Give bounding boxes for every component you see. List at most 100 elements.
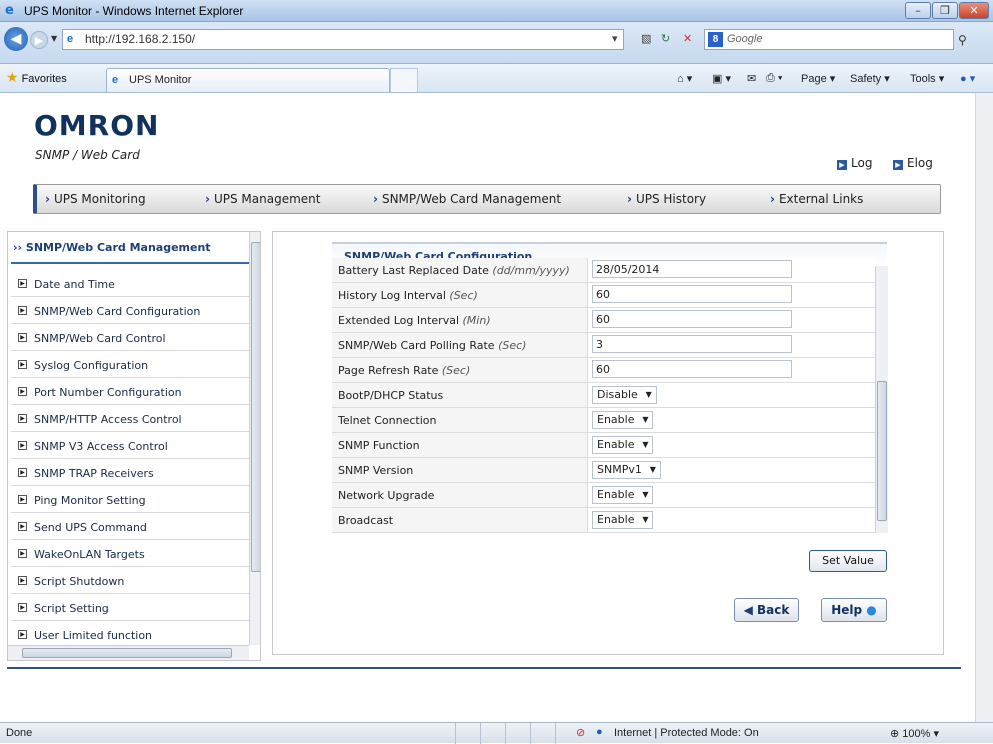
set-value-button[interactable]: Set Value (809, 550, 887, 572)
row-extended-log-interval: Extended Log Interval (Min) (332, 308, 875, 333)
sidebar-item-wakeonlan-targets[interactable]: ▶ WakeOnLAN Targets (11, 540, 249, 567)
snmp-version-select[interactable]: SNMPv1 ▼ (592, 461, 661, 479)
back-arrow-icon[interactable]: ◀ (4, 27, 28, 51)
ie-icon: e (5, 3, 14, 18)
page-refresh-rate-input[interactable] (592, 360, 792, 378)
sidebar-item-send-ups-command[interactable]: ▶ Send UPS Command (11, 513, 249, 540)
sidebar-item-snmp-web-card-control[interactable]: ▶ SNMP/Web Card Control (11, 324, 249, 351)
history-log-interval-input[interactable] (592, 285, 792, 303)
sidebar-horizontal-scrollbar[interactable] (8, 645, 249, 660)
row-page-refresh-rate: Page Refresh Rate (Sec) (332, 358, 875, 383)
row-snmp-version: SNMP Version SNMPv1 ▼ (332, 458, 875, 483)
sidebar-item-snmp-v3-access-control[interactable]: ▶ SNMP V3 Access Control (11, 432, 249, 459)
address-toolbar: ◀ ▶ ▼ e http://192.168.2.150/ ▾ ▧ ↻ ✕ 8 … (0, 22, 993, 64)
nav-ups-monitoring[interactable]: › UPS Monitoring (45, 192, 146, 206)
bullet-icon: ▶ (18, 441, 27, 450)
sidebar-item-snmp-web-card-configuration[interactable]: ▶ SNMP/Web Card Configuration (11, 297, 249, 324)
chevron-down-icon: ▼ (642, 440, 649, 449)
nav-ups-history[interactable]: › UPS History (627, 192, 706, 206)
page-menu[interactable]: Page ▾ (801, 72, 835, 85)
window-title: UPS Monitor - Windows Internet Explorer (24, 4, 244, 18)
zoom-control[interactable]: ⊕ 100% ▾ (890, 727, 939, 740)
sidebar-item-port-number-configuration[interactable]: ▶ Port Number Configuration (11, 378, 249, 405)
bootp-dhcp-select[interactable]: Disable ▼ (592, 386, 657, 404)
status-text: Done (6, 727, 33, 739)
internet-globe-icon: ● (596, 726, 603, 738)
nav-snmp-web-card-management[interactable]: › SNMP/Web Card Management (373, 192, 561, 206)
mail-icon[interactable]: ✉ (747, 72, 756, 85)
elog-link[interactable]: ▶ Elog (893, 156, 933, 170)
home-icon[interactable]: ⌂ ▾ (677, 72, 692, 85)
log-link[interactable]: ▶ Log (837, 156, 872, 170)
sidebar-title: ›› SNMP/Web Card Management (13, 241, 211, 254)
bullet-icon: ▶ (18, 387, 27, 396)
config-scrollbar[interactable] (875, 266, 888, 533)
polling-rate-input[interactable] (592, 335, 792, 353)
sidebar-item-script-setting[interactable]: ▶ Script Setting (11, 594, 249, 621)
stop-icon[interactable]: ✕ (683, 32, 692, 45)
safety-menu[interactable]: Safety ▾ (850, 72, 890, 85)
chevron-down-icon: ▼ (642, 490, 649, 499)
favorites-star-icon: ★ (6, 69, 19, 85)
row-battery-last-replaced-date: Battery Last Replaced Date (dd/mm/yyyy) (332, 258, 875, 283)
elog-icon: ▶ (893, 160, 903, 170)
sidebar-scroll-thumb[interactable] (251, 242, 260, 572)
battery-date-input[interactable] (592, 260, 792, 278)
nav-ups-management[interactable]: › UPS Management (205, 192, 320, 206)
telnet-select[interactable]: Enable ▼ (592, 411, 654, 429)
sidebar-item-snmp-http-access-control[interactable]: ▶ SNMP/HTTP Access Control (11, 405, 249, 432)
url-text: http://192.168.2.150/ (85, 32, 196, 46)
nav-external-links[interactable]: › External Links (770, 192, 863, 206)
search-icon[interactable]: ⚲ (958, 33, 967, 47)
refresh-icon[interactable]: ↻ (661, 32, 670, 45)
sidebar-item-syslog-configuration[interactable]: ▶ Syslog Configuration (11, 351, 249, 378)
page-icon: e (67, 33, 74, 45)
chevron-down-icon: ▼ (642, 515, 649, 524)
bullet-icon: ▶ (18, 495, 27, 504)
tools-menu[interactable]: Tools ▾ (910, 72, 944, 85)
history-dropdown-icon[interactable]: ▼ (51, 34, 57, 43)
help-icon[interactable]: ● ▾ (960, 72, 975, 85)
sidebar-item-ping-monitor-setting[interactable]: ▶ Ping Monitor Setting (11, 486, 249, 513)
window-titlebar: e UPS Monitor - Windows Internet Explore… (0, 0, 993, 22)
sidebar-hscroll-thumb[interactable] (22, 648, 232, 658)
address-bar[interactable]: e http://192.168.2.150/ (62, 29, 624, 50)
blocked-icon: ⊘ (576, 727, 586, 739)
maximize-button[interactable]: ❐ (932, 2, 958, 19)
sidebar-scrollbar[interactable] (249, 232, 260, 645)
minimize-button[interactable]: – (905, 2, 931, 19)
sidebar-item-script-shutdown[interactable]: ▶ Script Shutdown (11, 567, 249, 594)
row-network-upgrade: Network Upgrade Enable ▼ (332, 483, 875, 508)
sidebar-item-date-and-time[interactable]: ▶ Date and Time (11, 270, 249, 297)
status-bar: Done ⊘ ● Internet | Protected Mode: On ⊕… (0, 722, 993, 744)
sidebar-item-snmp-trap-receivers[interactable]: ▶ SNMP TRAP Receivers (11, 459, 249, 486)
network-upgrade-select[interactable]: Enable ▼ (592, 486, 654, 504)
compatibility-icon[interactable]: ▧ (641, 32, 651, 45)
extended-log-interval-input[interactable] (592, 310, 792, 328)
help-circle-icon: ● (866, 603, 877, 617)
config-scroll-thumb[interactable] (877, 381, 887, 521)
broadcast-select[interactable]: Enable ▼ (592, 511, 654, 529)
page-scrollbar[interactable] (975, 93, 993, 722)
forward-arrow-icon[interactable]: ▶ (30, 31, 48, 49)
back-arrow-icon: ◀ (743, 603, 758, 617)
feeds-icon[interactable]: ▣ ▾ (712, 72, 731, 85)
close-button[interactable]: ✕ (959, 2, 989, 19)
new-tab-button[interactable] (390, 68, 418, 92)
bullet-icon: ▶ (18, 279, 27, 288)
snmp-function-select[interactable]: Enable ▼ (592, 436, 654, 454)
bullet-icon: ▶ (18, 549, 27, 558)
row-telnet-connection: Telnet Connection Enable ▼ (332, 408, 875, 433)
print-icon[interactable]: ⎙ ▾ (766, 72, 782, 85)
security-zone-text: Internet | Protected Mode: On (614, 727, 759, 739)
sidebar-item-user-limited-function[interactable]: ▶ User Limited function (11, 621, 249, 648)
help-button[interactable]: Help ● (821, 598, 887, 622)
browser-tab[interactable]: e UPS Monitor (106, 68, 390, 92)
search-input[interactable]: 8 Google (704, 29, 954, 50)
favorites-button[interactable]: ★ Favorites (6, 69, 67, 86)
back-button[interactable]: ◀ Back (734, 598, 799, 622)
config-content: SNMP/Web Card Configuration Battery Last… (272, 231, 944, 655)
log-icon: ▶ (837, 160, 847, 170)
sidebar-divider (11, 262, 249, 264)
address-dropdown-icon[interactable]: ▾ (612, 32, 618, 45)
